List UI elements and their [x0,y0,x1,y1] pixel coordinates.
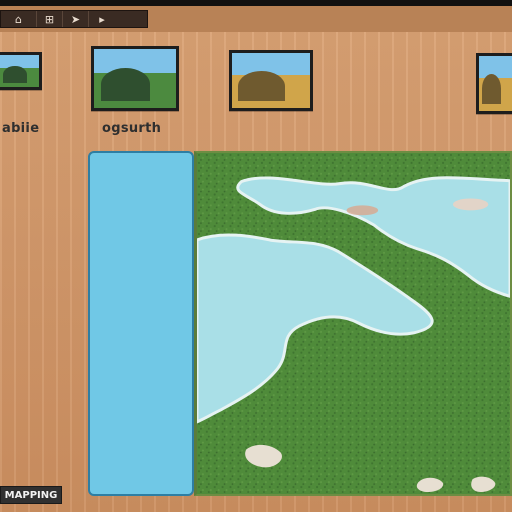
thumbnail-4[interactable] [476,53,512,114]
map-canvas[interactable] [194,151,512,496]
grid-icon: ⊞ [44,12,55,26]
cursor-button[interactable]: ➤ [63,11,89,27]
thumbnail-1[interactable] [0,52,42,90]
thumbnail-2-label: ogsurth [102,121,162,136]
thumbnail-1-label: abiie [2,121,40,136]
status-bar: MAPPING [0,486,62,504]
grid-button[interactable]: ⊞ [37,11,63,27]
cursor-icon: ➤ [70,12,81,26]
hill-shape [238,71,286,102]
home-button[interactable]: ⌂ [1,11,37,27]
top-strip [0,0,512,6]
top-bar: ⌂ ⊞ ➤ ▸ [0,0,512,32]
hill-shape [481,74,502,105]
arrow-icon: ▸ [99,12,105,26]
sandbar-2 [452,198,489,211]
layer-pane[interactable] [88,151,194,496]
home-icon: ⌂ [15,12,22,26]
toolbar: ⌂ ⊞ ➤ ▸ [0,10,148,28]
thumbnail-2[interactable] [91,46,179,111]
hill-shape [3,65,27,84]
arrow-button[interactable]: ▸ [89,11,115,27]
sandbar-1 [346,205,379,216]
terrain-map-graphic [197,153,510,494]
thumbnail-3[interactable] [229,50,313,111]
hill-shape [100,68,150,101]
